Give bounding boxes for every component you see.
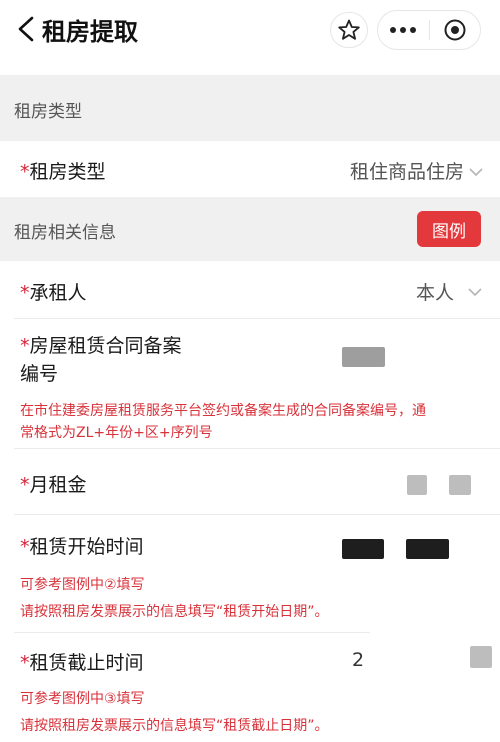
start-time-label-text: 租赁开始时间 [29, 536, 144, 558]
monthly-rent-unit [449, 475, 471, 495]
required-mark: * [20, 161, 30, 183]
contract-number-label-line2: 编号 [20, 363, 59, 385]
back-button[interactable] [14, 14, 40, 44]
start-time-hint: 可参考图例中②填写 请按照租房发票展示的信息填写“租赁开始日期”。 [20, 572, 329, 626]
page-title: 租房提取 [42, 18, 138, 46]
start-time-input[interactable] [342, 539, 384, 559]
star-icon [338, 19, 360, 40]
mini-program-capsule [377, 10, 481, 50]
section-title: 租房相关信息 [14, 223, 116, 243]
chevron-left-icon [18, 16, 34, 42]
section-header-rental-type: 租房类型 [0, 75, 500, 141]
hint-line: 可参考图例中②填写 [20, 577, 145, 593]
hint-line: 请按照租房发票展示的信息填写“租赁开始日期”。 [20, 604, 329, 620]
legend-button[interactable]: 图例 [417, 211, 481, 247]
hint-line: 常格式为ZL+年份+区+序列号 [20, 425, 213, 441]
rental-type-value: 租住商品住房 [350, 161, 465, 183]
required-mark: * [20, 536, 30, 558]
contract-number-label-line1: 房屋租赁合同备案 [29, 335, 182, 357]
lessee-row[interactable]: *承租人 本人 [0, 261, 500, 319]
end-time-date[interactable] [470, 646, 492, 668]
end-time-label: *租赁截止时间 [20, 648, 144, 675]
end-time-value[interactable]: 2 [352, 649, 364, 671]
close-mini-program-button[interactable] [430, 11, 481, 49]
hint-line: 在市住建委房屋租赁服务平台签约或备案生成的合同备案编号，通 [20, 403, 426, 419]
start-time-date[interactable] [406, 539, 449, 559]
end-time-label-text: 租赁截止时间 [29, 652, 144, 674]
nav-bar: 租房提取 [0, 0, 500, 66]
end-time-hint: 可参考图例中③填写 请按照租房发票展示的信息填写“租赁截止日期”。 [20, 686, 329, 740]
monthly-rent-label-text: 月租金 [29, 474, 87, 496]
rental-type-label: *租房类型 [20, 157, 106, 184]
monthly-rent-row: *月租金 [0, 449, 500, 515]
contract-number-hint: 在市住建委房屋租赁服务平台签约或备案生成的合同备案编号，通 常格式为ZL+年份+… [20, 400, 426, 444]
lessee-label: *承租人 [20, 278, 87, 305]
chevron-down-icon [468, 288, 482, 297]
more-icon [390, 27, 417, 33]
start-time-label: *租赁开始时间 [20, 532, 144, 559]
required-mark: * [20, 282, 30, 304]
favorite-button[interactable] [330, 12, 368, 48]
required-mark: * [20, 474, 30, 496]
start-time-row: *租赁开始时间 可参考图例中②填写 请按照租房发票展示的信息填写“租赁开始日期”… [0, 515, 500, 633]
chevron-down-icon [469, 168, 483, 177]
target-icon [444, 19, 466, 41]
monthly-rent-input[interactable] [407, 475, 427, 495]
lessee-value: 本人 [416, 282, 455, 304]
rental-type-row[interactable]: *租房类型 租住商品住房 [0, 141, 500, 197]
contract-number-row: *房屋租赁合同备案 编号 在市住建委房屋租赁服务平台签约或备案生成的合同备案编号… [0, 319, 500, 449]
end-time-row: *租赁截止时间 2 可参考图例中③填写 请按照租房发票展示的信息填写“租赁截止日… [0, 633, 500, 742]
contract-number-label: *房屋租赁合同备案 编号 [20, 332, 182, 388]
lessee-label-text: 承租人 [29, 282, 87, 304]
required-mark: * [20, 652, 30, 674]
contract-number-input[interactable] [342, 347, 385, 367]
hint-line: 可参考图例中③填写 [20, 691, 145, 707]
monthly-rent-label: *月租金 [20, 470, 87, 497]
rental-type-label-text: 租房类型 [29, 161, 106, 183]
required-mark: * [20, 335, 30, 357]
section-title: 租房类型 [14, 102, 82, 122]
more-button[interactable] [378, 11, 429, 49]
hint-line: 请按照租房发票展示的信息填写“租赁截止日期”。 [20, 718, 329, 734]
